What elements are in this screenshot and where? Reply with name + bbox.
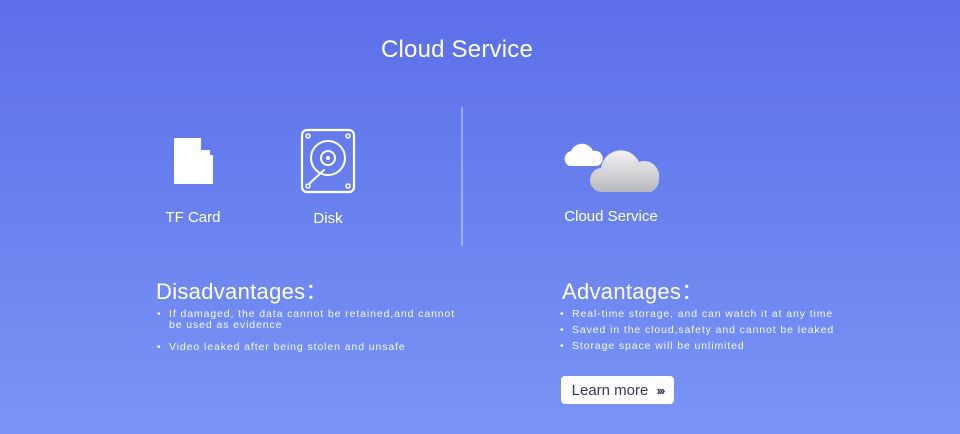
feature-cloud-service: Cloud Service bbox=[548, 140, 674, 225]
disadvantages-heading: Disadvantages： bbox=[156, 279, 328, 304]
list-item: Video leaked after being stolen and unsa… bbox=[157, 342, 457, 354]
learn-more-button[interactable]: Learn more ››› bbox=[561, 376, 674, 404]
list-item: If damaged, the data cannot be retained,… bbox=[157, 309, 457, 331]
advantages-list: Real-time storage, and can watch it at a… bbox=[560, 309, 880, 357]
feature-cloud-label: Cloud Service bbox=[564, 208, 658, 225]
disadvantages-list: If damaged, the data cannot be retained,… bbox=[157, 309, 457, 364]
cloud-icon bbox=[564, 143, 660, 193]
cloud-service-page: Cloud Service TF Card Disk Cloud Service… bbox=[0, 0, 960, 434]
feature-disk-label: Disk bbox=[313, 210, 343, 227]
sd-card-icon bbox=[174, 138, 213, 184]
hard-disk-icon bbox=[300, 128, 356, 194]
advantages-heading: Advantages： bbox=[562, 279, 704, 304]
learn-more-label: Learn more bbox=[571, 381, 649, 399]
feature-tf-card-label: TF Card bbox=[165, 209, 221, 226]
triple-chevron-right-icon: ››› bbox=[656, 382, 665, 398]
list-item: Saved in the cloud,safety and cannot be … bbox=[560, 325, 880, 337]
feature-disk: Disk bbox=[288, 128, 368, 227]
list-item: Real-time storage, and can watch it at a… bbox=[560, 309, 880, 321]
page-title: Cloud Service bbox=[380, 36, 533, 63]
list-item: Storage space will be unlimited bbox=[560, 341, 880, 353]
vertical-divider bbox=[461, 107, 463, 246]
feature-tf-card: TF Card bbox=[152, 136, 234, 226]
